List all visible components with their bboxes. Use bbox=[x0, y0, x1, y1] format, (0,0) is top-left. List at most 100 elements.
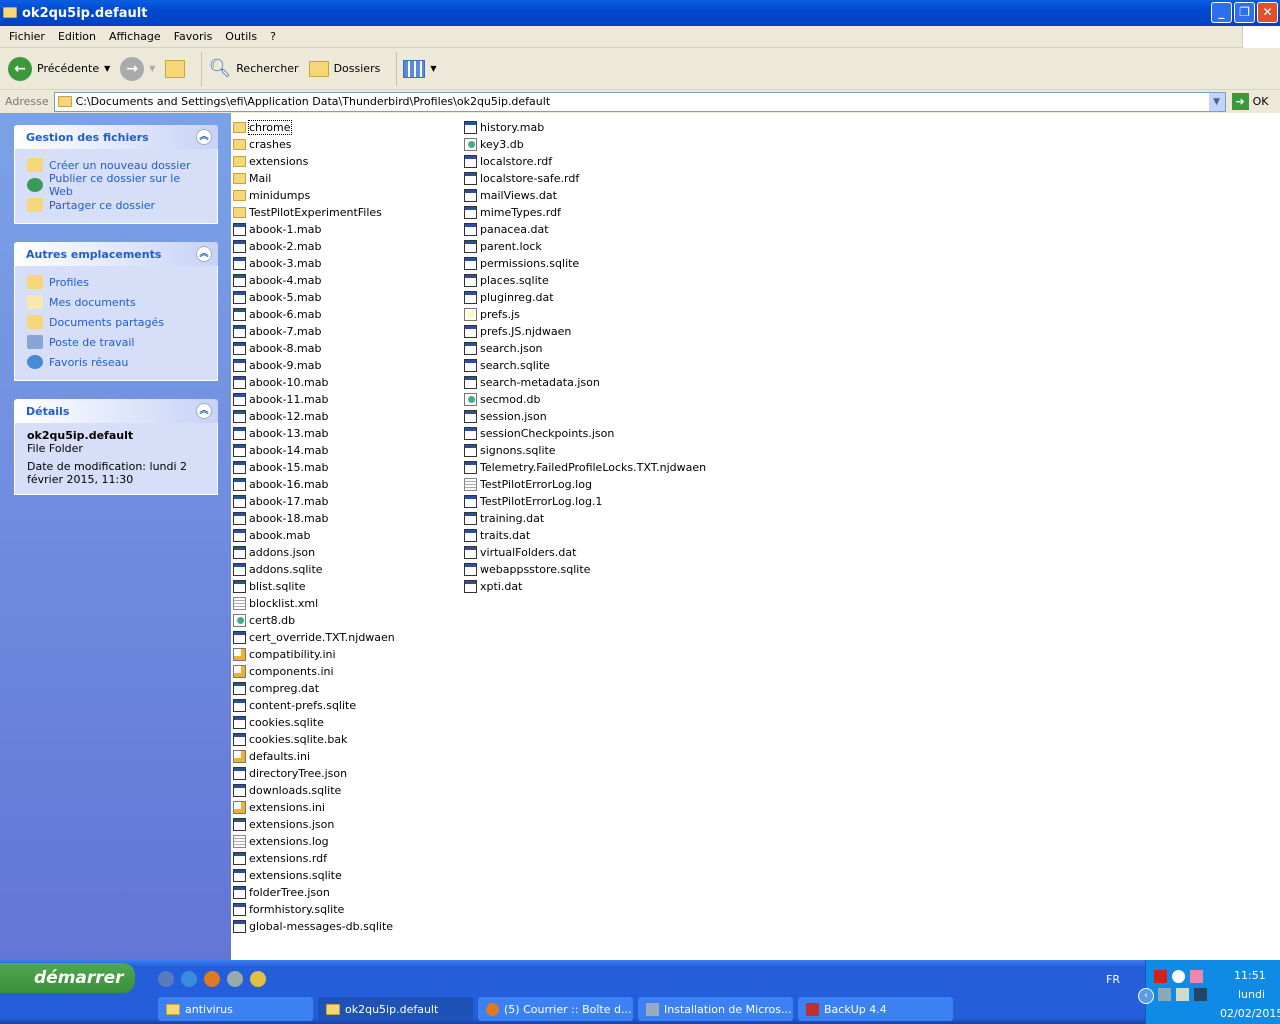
tray-icon[interactable] bbox=[1194, 988, 1207, 1001]
file-item[interactable]: abook-8.mab bbox=[233, 340, 395, 357]
file-item[interactable]: localstore.rdf bbox=[464, 153, 706, 170]
file-item[interactable]: abook-13.mab bbox=[233, 425, 395, 442]
close-button[interactable]: ✕ bbox=[1257, 2, 1278, 23]
file-item[interactable]: compreg.dat bbox=[233, 680, 395, 697]
file-item[interactable]: Telemetry.FailedProfileLocks.TXT.njdwaen bbox=[464, 459, 706, 476]
task-antivirus[interactable]: antivirus bbox=[158, 997, 313, 1021]
file-item[interactable]: cookies.sqlite.bak bbox=[233, 731, 395, 748]
file-item[interactable]: abook-12.mab bbox=[233, 408, 395, 425]
menu-favoris[interactable]: Favoris bbox=[169, 30, 221, 43]
file-item[interactable]: Mail bbox=[233, 170, 395, 187]
file-item[interactable]: permissions.sqlite bbox=[464, 255, 706, 272]
antivirus-icon[interactable] bbox=[1154, 970, 1167, 983]
up-folder-button[interactable] bbox=[165, 59, 186, 78]
place-network[interactable]: Favoris réseau bbox=[27, 352, 207, 372]
task-firefox[interactable]: (5) Courrier :: Boîte d... bbox=[478, 997, 633, 1021]
file-item[interactable]: key3.db bbox=[464, 136, 706, 153]
file-item[interactable]: content-prefs.sqlite bbox=[233, 697, 395, 714]
file-item[interactable]: TestPilotExperimentFiles bbox=[233, 204, 395, 221]
address-dropdown-button[interactable]: ▼ bbox=[1208, 92, 1225, 111]
panel-header[interactable]: Gestion des fichiers ︽ bbox=[14, 125, 218, 149]
file-item[interactable]: webappsstore.sqlite bbox=[464, 561, 706, 578]
file-item[interactable]: abook-16.mab bbox=[233, 476, 395, 493]
file-item[interactable]: parent.lock bbox=[464, 238, 706, 255]
file-item[interactable]: abook-7.mab bbox=[233, 323, 395, 340]
file-item[interactable]: extensions.ini bbox=[233, 799, 395, 816]
file-item[interactable]: downloads.sqlite bbox=[233, 782, 395, 799]
language-indicator[interactable]: FR bbox=[1106, 973, 1120, 986]
media-player-icon[interactable] bbox=[250, 971, 266, 987]
file-item[interactable]: localstore-safe.rdf bbox=[464, 170, 706, 187]
views-button[interactable]: ▼ bbox=[403, 59, 436, 78]
file-item[interactable]: abook-6.mab bbox=[233, 306, 395, 323]
file-item[interactable]: abook-4.mab bbox=[233, 272, 395, 289]
firefox-icon[interactable] bbox=[204, 971, 220, 987]
search-button[interactable]: 🔍︎ Rechercher bbox=[208, 58, 298, 79]
task-installer[interactable]: Installation de Micros... bbox=[638, 997, 793, 1021]
file-item[interactable]: xpti.dat bbox=[464, 578, 706, 595]
file-item[interactable]: global-messages-db.sqlite bbox=[233, 918, 395, 935]
collapse-icon[interactable]: ︽ bbox=[196, 403, 212, 419]
file-item[interactable]: blocklist.xml bbox=[233, 595, 395, 612]
file-item[interactable]: crashes bbox=[233, 136, 395, 153]
file-item[interactable]: TestPilotErrorLog.log.1 bbox=[464, 493, 706, 510]
back-button[interactable]: ← Précédente ▼ bbox=[8, 56, 110, 81]
menu-fichier[interactable]: Fichier bbox=[4, 30, 53, 43]
file-item[interactable]: cert8.db bbox=[233, 612, 395, 629]
file-item[interactable]: search-metadata.json bbox=[464, 374, 706, 391]
file-item[interactable]: extensions.log bbox=[233, 833, 395, 850]
file-item[interactable]: extensions.json bbox=[233, 816, 395, 833]
file-item[interactable]: sessionCheckpoints.json bbox=[464, 425, 706, 442]
collapse-icon[interactable]: ︽ bbox=[196, 246, 212, 262]
minimize-button[interactable]: _ bbox=[1211, 2, 1232, 23]
file-item[interactable]: abook-1.mab bbox=[233, 221, 395, 238]
tray-icon[interactable] bbox=[1176, 988, 1189, 1001]
file-item[interactable]: signons.sqlite bbox=[464, 442, 706, 459]
file-item[interactable]: formhistory.sqlite bbox=[233, 901, 395, 918]
place-profiles[interactable]: Profiles bbox=[27, 272, 207, 292]
file-item[interactable]: search.json bbox=[464, 340, 706, 357]
thunderbird-icon[interactable] bbox=[227, 971, 243, 987]
file-item[interactable]: chrome bbox=[233, 119, 395, 136]
file-item[interactable]: virtualFolders.dat bbox=[464, 544, 706, 561]
place-my-computer[interactable]: Poste de travail bbox=[27, 332, 207, 352]
show-hidden-icons-button[interactable]: ‹ bbox=[1138, 988, 1154, 1004]
file-item[interactable]: compatibility.ini bbox=[233, 646, 395, 663]
publish-web-link[interactable]: Publier ce dossier sur le Web bbox=[27, 172, 207, 198]
file-item[interactable]: blist.sqlite bbox=[233, 578, 395, 595]
file-item[interactable]: abook.mab bbox=[233, 527, 395, 544]
file-item[interactable]: folderTree.json bbox=[233, 884, 395, 901]
file-item[interactable]: abook-3.mab bbox=[233, 255, 395, 272]
menu-help[interactable]: ? bbox=[265, 30, 284, 43]
network-icon[interactable] bbox=[1158, 988, 1171, 1001]
file-item[interactable]: addons.sqlite bbox=[233, 561, 395, 578]
file-item[interactable]: TestPilotErrorLog.log bbox=[464, 476, 706, 493]
file-item[interactable]: defaults.ini bbox=[233, 748, 395, 765]
panel-header[interactable]: Autres emplacements ︽ bbox=[14, 242, 218, 266]
show-desktop-icon[interactable] bbox=[158, 971, 174, 987]
chevron-down-icon[interactable]: ▼ bbox=[104, 64, 110, 73]
file-item[interactable]: abook-14.mab bbox=[233, 442, 395, 459]
file-item[interactable]: cookies.sqlite bbox=[233, 714, 395, 731]
file-item[interactable]: mailViews.dat bbox=[464, 187, 706, 204]
file-item[interactable]: session.json bbox=[464, 408, 706, 425]
collapse-icon[interactable]: ︽ bbox=[196, 129, 212, 145]
menu-edition[interactable]: Edition bbox=[53, 30, 104, 43]
file-item[interactable]: pluginreg.dat bbox=[464, 289, 706, 306]
file-item[interactable]: extensions bbox=[233, 153, 395, 170]
file-item[interactable]: mimeTypes.rdf bbox=[464, 204, 706, 221]
file-item[interactable]: addons.json bbox=[233, 544, 395, 561]
file-item[interactable]: abook-11.mab bbox=[233, 391, 395, 408]
file-item[interactable]: prefs.JS.njdwaen bbox=[464, 323, 706, 340]
tray-icon[interactable] bbox=[1190, 970, 1203, 983]
file-item[interactable]: extensions.sqlite bbox=[233, 867, 395, 884]
file-item[interactable]: cert_override.TXT.njdwaen bbox=[233, 629, 395, 646]
file-item[interactable]: training.dat bbox=[464, 510, 706, 527]
file-item[interactable]: abook-18.mab bbox=[233, 510, 395, 527]
file-item[interactable]: search.sqlite bbox=[464, 357, 706, 374]
task-explorer[interactable]: ok2qu5ip.default bbox=[318, 997, 473, 1021]
internet-explorer-icon[interactable] bbox=[181, 971, 197, 987]
file-item[interactable]: history.mab bbox=[464, 119, 706, 136]
file-item[interactable]: panacea.dat bbox=[464, 221, 706, 238]
file-item[interactable]: abook-17.mab bbox=[233, 493, 395, 510]
